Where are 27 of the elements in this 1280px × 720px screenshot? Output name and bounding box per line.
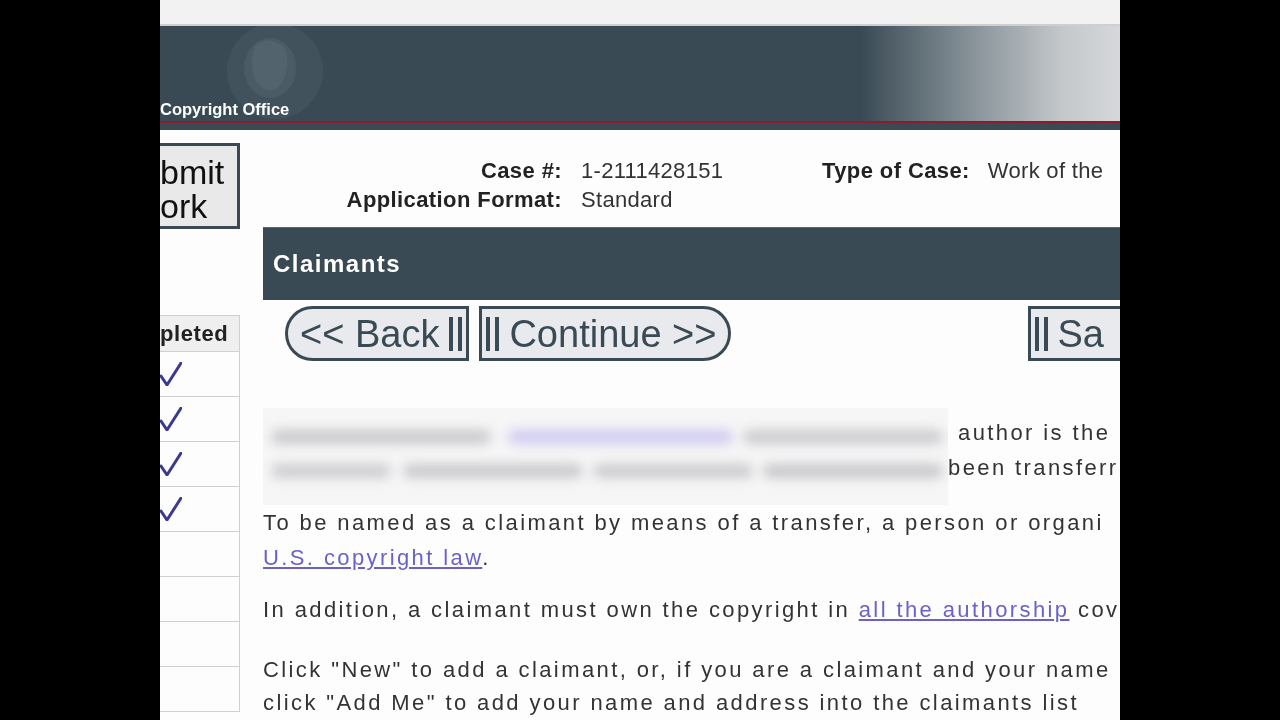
field-label: Type of Case: (822, 157, 970, 185)
double-bar-icon (449, 316, 463, 351)
text-link[interactable]: all the authorship (858, 597, 1070, 622)
double-bar-icon (486, 316, 500, 351)
check-icon (160, 497, 182, 521)
field-value: Standard (580, 186, 674, 214)
field-label: Case #: (479, 157, 562, 185)
field-value: 1-2111428151 (580, 157, 725, 185)
column-header: pleted (160, 315, 240, 352)
text-link[interactable]: U.S. copyright law (263, 545, 483, 570)
paragraph-text: Click "New" to add a claimant, or, if you are a claimant and your name click "Add Me" to add your name and address into the claimants list (263, 656, 1112, 717)
check-icon (160, 362, 182, 386)
save-button[interactable]: Sa (1027, 306, 1120, 361)
field-label: Application Format: (345, 186, 562, 214)
section-title: Claimants (273, 249, 402, 279)
continue-button[interactable]: Continue >> (479, 306, 732, 361)
double-bar-icon (1034, 316, 1048, 351)
check-icon (160, 452, 182, 476)
paragraph-text: In addition, a claimant must own the copyright in all the authorship cov (263, 596, 1120, 624)
back-button[interactable]: << Back (285, 306, 470, 361)
site-title: Copyright Office (160, 99, 290, 119)
check-icon (160, 407, 182, 431)
submit-button[interactable]: bmit ork (160, 143, 240, 229)
field-value: Work of the (986, 157, 1105, 185)
text-fragment: been transferr (948, 454, 1119, 482)
paragraph-text: To be named as a claimant by means of a transfer, a person or organi U.S. copyright law. (263, 509, 1105, 572)
text-fragment: author is the (957, 419, 1112, 447)
